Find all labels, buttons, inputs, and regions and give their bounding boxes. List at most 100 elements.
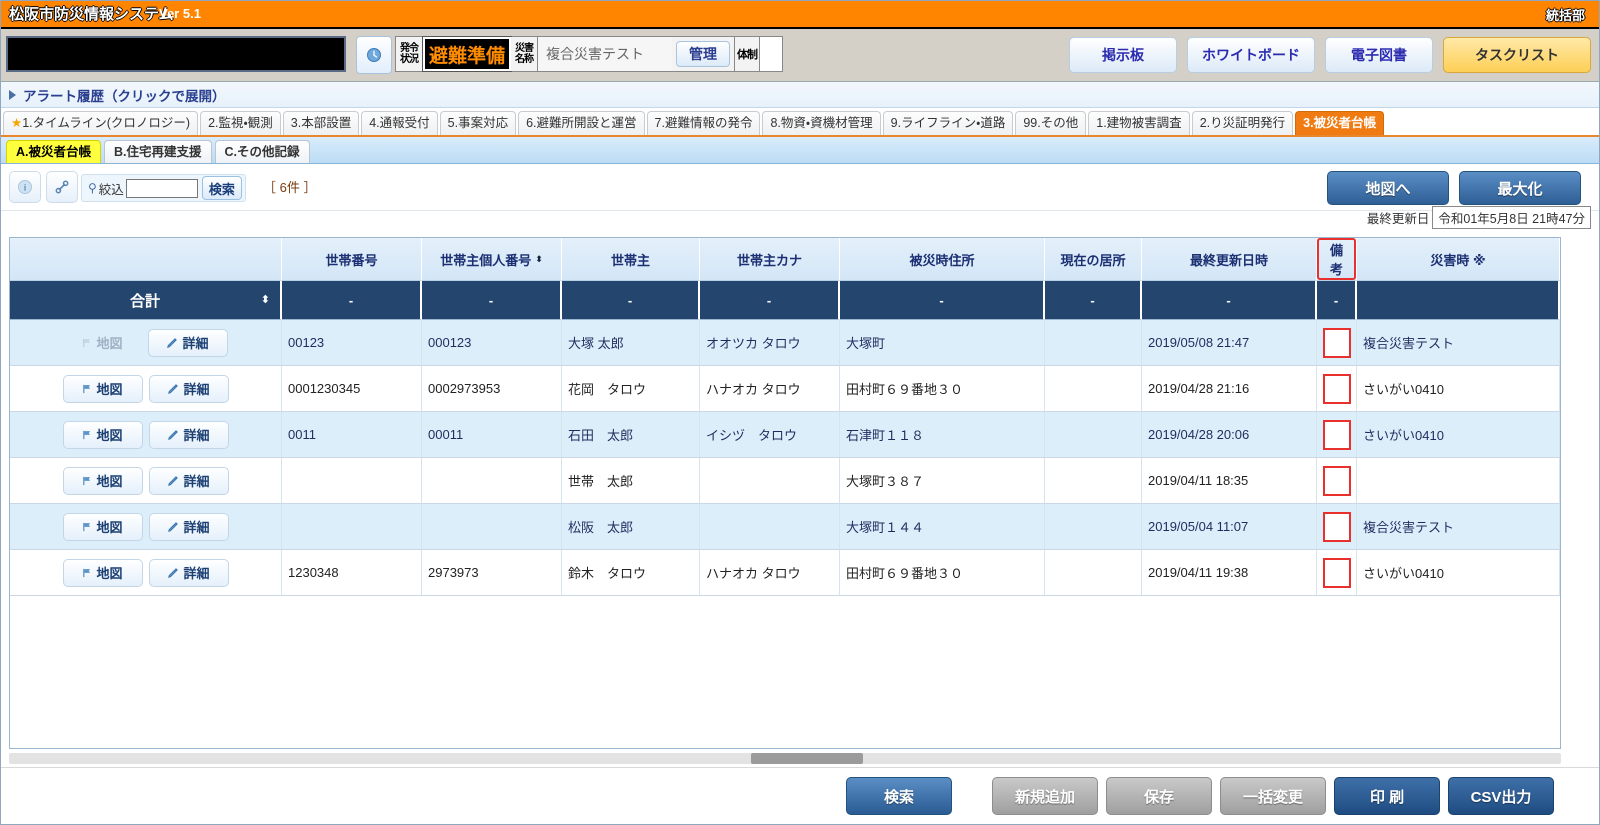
main-tab-3[interactable]: 4.通報受付 [361, 111, 438, 135]
remarks-input[interactable] [1323, 511, 1351, 542]
table-row[interactable]: 地図 詳細 松阪 太郎 大塚町１４４ 2019/05/04 11:07 複合災害テスト [10, 504, 1560, 550]
print-button[interactable]: 印 刷 [1334, 777, 1440, 815]
row-map-button[interactable]: 地図 [62, 558, 143, 587]
main-tab-5[interactable]: 6.避難所開設と運営 [518, 111, 645, 135]
bulk-change-button[interactable]: 一括変更 [1220, 777, 1326, 815]
filter-search-button[interactable]: 検索 [201, 176, 242, 200]
row-detail-label: 詳細 [183, 566, 210, 581]
cell-last-updated: 2019/04/11 19:38 [1142, 550, 1317, 596]
main-tab-9[interactable]: 99.その他 [1015, 111, 1087, 135]
main-tab-4[interactable]: 5.事案対応 [439, 111, 517, 135]
sort-arrows-icon: ⬍ [260, 294, 270, 306]
column-header-label: 災害時 ※ [1430, 252, 1486, 268]
row-detail-button[interactable]: 詳細 [148, 466, 229, 495]
table-row[interactable]: 地図 詳細 0001230345 0002973953 花岡 タロウ ハナオカ タロウ 田村… [10, 366, 1560, 412]
main-tab-1[interactable]: 2.監視・観測 [200, 111, 281, 135]
row-detail-button[interactable]: 詳細 [148, 374, 229, 403]
table-row[interactable]: 地図 詳細 1230348 2973973 鈴木 タロウ ハナオカ タロウ 田村町６９番地３… [10, 550, 1560, 596]
cell-household-number [282, 458, 422, 504]
manage-button[interactable]: 管理 [676, 41, 731, 67]
cell-address-at-disaster: 大塚町３８７ [840, 458, 1045, 504]
maximize-button[interactable]: 最大化 [1459, 171, 1581, 205]
row-map-button[interactable]: 地図 [62, 420, 143, 449]
remarks-input[interactable] [1323, 557, 1351, 588]
clock-icon[interactable] [356, 36, 392, 74]
issuance-status-value: 避難準備 [421, 36, 513, 72]
main-tab-11[interactable]: 2.り災証明発行 [1191, 111, 1294, 135]
cell-disaster-time [1357, 458, 1560, 504]
remarks-input[interactable] [1323, 465, 1351, 496]
column-header-household-head[interactable]: 世帯主 [562, 238, 700, 281]
total-cell-head-personal-number: - [422, 281, 562, 320]
column-header-last-updated[interactable]: 最終更新日時 [1142, 238, 1317, 281]
disaster-name-label-line1: 災害 [515, 43, 534, 54]
row-detail-button[interactable]: 詳細 [147, 328, 228, 357]
alert-history-toggle[interactable]: アラート履歴（クリックで展開） [1, 82, 1599, 108]
main-tab-label: 9.ライフライン・道路 [890, 116, 1006, 130]
top-button-group: 掲示板 ホワイトボード 電子図書 タスクリスト [1069, 37, 1591, 73]
info-icon[interactable]: i [9, 171, 41, 203]
remarks-input[interactable] [1323, 327, 1351, 358]
search-button[interactable]: 検索 [846, 777, 952, 815]
column-header-label: 最終更新日時 [1189, 252, 1268, 268]
main-tab-2[interactable]: 3.本部設置 [282, 111, 360, 135]
csv-export-button[interactable]: CSV出力 [1448, 777, 1554, 815]
column-header-disaster-time[interactable]: 災害時 ※ [1357, 238, 1560, 281]
row-map-button[interactable]: 地図 [62, 512, 143, 541]
scrollbar-thumb[interactable] [751, 753, 863, 764]
add-new-button[interactable]: 新規追加 [992, 777, 1098, 815]
row-actions-cell: 地図 詳細 [10, 550, 282, 596]
save-button[interactable]: 保存 [1106, 777, 1212, 815]
column-header-head-personal-number[interactable]: 世帯主個人番号 ⬍ [422, 238, 562, 281]
table-row[interactable]: 地図 詳細 0011 00011 石田 太郎 イシヅ タロウ 石津町１１８ 2019/04/2… [10, 412, 1560, 458]
control-bar: 発令 状況 避難準備 災害 名称 複合災害テスト 管理 体制 掲示板 ホワイトボ… [1, 29, 1599, 82]
sub-tab-label: C.その他記録 [224, 145, 300, 159]
disaster-name-value: 複合災害テスト [538, 37, 673, 71]
main-tab-0[interactable]: ★1.タイムライン(クロノロジー) [3, 111, 199, 135]
column-header-current-location[interactable]: 現在の居所 [1045, 238, 1142, 281]
column-header-household-head-kana[interactable]: 世帯主カナ [700, 238, 840, 281]
column-header-address-at-disaster[interactable]: 被災時住所 [840, 238, 1045, 281]
total-row[interactable]: 合計 ⬍ - - - - - - - - [10, 281, 1560, 320]
total-cell-household-head-kana: - [700, 281, 840, 320]
horizontal-scrollbar[interactable] [9, 753, 1561, 764]
row-map-button[interactable]: 地図 [62, 374, 143, 403]
main-tab-8[interactable]: 9.ライフライン・道路 [882, 111, 1014, 135]
task-list-button[interactable]: タスクリスト [1443, 37, 1591, 73]
pencil-icon [167, 337, 178, 348]
row-map-button[interactable]: 地図 [62, 466, 143, 495]
filter-input[interactable] [125, 178, 198, 198]
sub-tab-0[interactable]: A.被災者台帳 [6, 140, 102, 163]
whiteboard-button[interactable]: ホワイトボード [1187, 37, 1315, 73]
column-header-remarks[interactable]: 備考 [1317, 238, 1357, 281]
flag-icon [83, 338, 91, 347]
remarks-input[interactable] [1323, 373, 1351, 404]
row-detail-button[interactable]: 詳細 [148, 420, 229, 449]
sub-tab-2[interactable]: C.その他記録 [214, 140, 310, 163]
table-row[interactable]: 地図 詳細 世帯 太郎 大塚町３８７ 2019/04/11 18:35 [10, 458, 1560, 504]
row-map-label: 地図 [96, 428, 123, 443]
cell-household-number: 0001230345 [282, 366, 422, 412]
row-detail-button[interactable]: 詳細 [148, 512, 229, 541]
main-tab-label: 99.その他 [1023, 116, 1079, 130]
table-row[interactable]: 地図 詳細 00123 000123 大塚 太郎 オオツカ タロウ 大塚町 2019/05/0… [10, 320, 1560, 366]
cell-address-at-disaster: 田村町６９番地３０ [840, 550, 1045, 596]
remarks-input[interactable] [1323, 419, 1351, 450]
link-icon[interactable] [46, 171, 78, 203]
go-to-map-button[interactable]: 地図へ [1327, 171, 1449, 205]
cell-household-head-kana [700, 458, 840, 504]
issuance-status-label-line1: 発令 [400, 43, 419, 54]
e-library-button[interactable]: 電子図書 [1325, 37, 1433, 73]
column-header-household-number[interactable]: 世帯番号 [282, 238, 422, 281]
row-detail-button[interactable]: 詳細 [148, 558, 229, 587]
main-tab-10[interactable]: 1.建物被害調査 [1088, 111, 1190, 135]
main-tab-6[interactable]: 7.避難情報の発令 [646, 111, 761, 135]
column-header-label: 被災時住所 [909, 252, 975, 268]
main-tab-12[interactable]: 3.被災者台帳 [1295, 111, 1385, 135]
cell-head-personal-number: 00011 [422, 412, 562, 458]
column-header-actions[interactable] [10, 238, 282, 281]
bulletin-board-button[interactable]: 掲示板 [1069, 37, 1177, 73]
sub-tab-1[interactable]: B.住宅再建支援 [104, 140, 212, 163]
main-tab-7[interactable]: 8.物資・資機材管理 [762, 111, 881, 135]
total-row-label-cell[interactable]: 合計 ⬍ [10, 281, 282, 320]
